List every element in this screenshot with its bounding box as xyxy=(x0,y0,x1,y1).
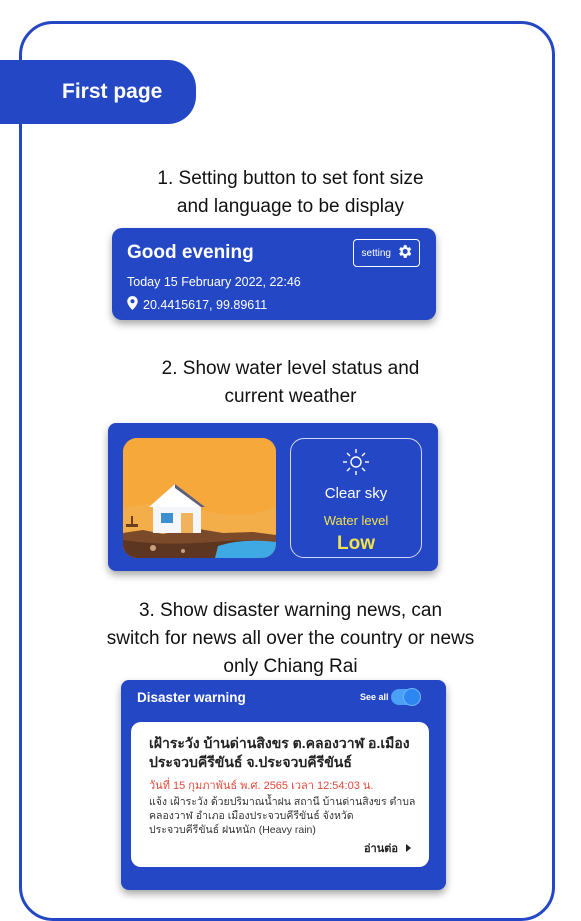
news-item[interactable]: เฝ้าระวัง บ้านด่านสิงขร ต.คลองวาฬ อ.เมือ… xyxy=(131,722,429,867)
map-pin-icon xyxy=(127,296,138,313)
caption-2-line-1: 2. Show water level status and xyxy=(161,358,420,379)
read-more-link[interactable]: อ่านต่อ xyxy=(364,839,411,857)
weather-panel: Clear sky Water level Low xyxy=(290,438,422,558)
read-more-label: อ่านต่อ xyxy=(363,843,398,855)
caption-3: 3. Show disaster warning news, can switc… xyxy=(0,597,581,681)
setting-button[interactable]: setting xyxy=(352,239,420,267)
caption-2: 2. Show water level status and current w… xyxy=(0,355,581,411)
see-all-label: See all xyxy=(360,692,389,702)
caption-3-line-1: 3. Show disaster warning news, can xyxy=(138,600,443,621)
disaster-warning-title: Disaster warning xyxy=(137,690,246,705)
location-row: 20.4415617, 99.89611 xyxy=(127,296,267,313)
status-card: Clear sky Water level Low xyxy=(108,423,438,571)
caption-3-line-3: only Chiang Rai xyxy=(223,656,358,677)
date-time: Today 15 February 2022, 22:46 xyxy=(127,275,301,289)
home-header-card: Good evening setting Today 15 February 2… xyxy=(112,228,436,320)
water-level-label: Water level xyxy=(323,513,389,528)
sun-icon xyxy=(341,447,371,482)
news-scope-toggle[interactable] xyxy=(391,688,421,706)
caption-1-line-1: 1. Setting button to set font size xyxy=(157,168,424,189)
flood-illustration xyxy=(123,438,276,558)
caption-1-line-2: and language to be display xyxy=(176,196,405,217)
greeting: Good evening xyxy=(127,242,254,263)
chevron-right-icon xyxy=(406,844,411,852)
news-headline: เฝ้าระวัง บ้านด่านสิงขร ต.คลองวาฬ อ.เมือ… xyxy=(149,735,410,770)
water-level-value: Low xyxy=(337,533,375,554)
caption-3-line-2: switch for news all over the country or … xyxy=(106,628,475,649)
section-tag: First page xyxy=(0,60,196,124)
caption-1: 1. Setting button to set font size and l… xyxy=(0,165,581,221)
location-coords: 20.4415617, 99.89611 xyxy=(143,297,268,312)
news-body: แจ้ง เฝ้าระวัง ด้วยปริมาณน้ำฝน สถานี บ้า… xyxy=(149,796,416,836)
gear-icon xyxy=(396,243,413,263)
toggle-knob xyxy=(403,688,421,706)
weather-condition: Clear sky xyxy=(324,485,388,502)
news-datetime: วันที่ 15 กุมภาพันธ์ พ.ศ. 2565 เวลา 12:5… xyxy=(149,780,374,792)
disaster-warning-card: Disaster warning See all เฝ้าระวัง บ้านด… xyxy=(121,680,446,890)
setting-label: setting xyxy=(361,247,391,259)
caption-2-line-2: current weather xyxy=(224,386,357,407)
